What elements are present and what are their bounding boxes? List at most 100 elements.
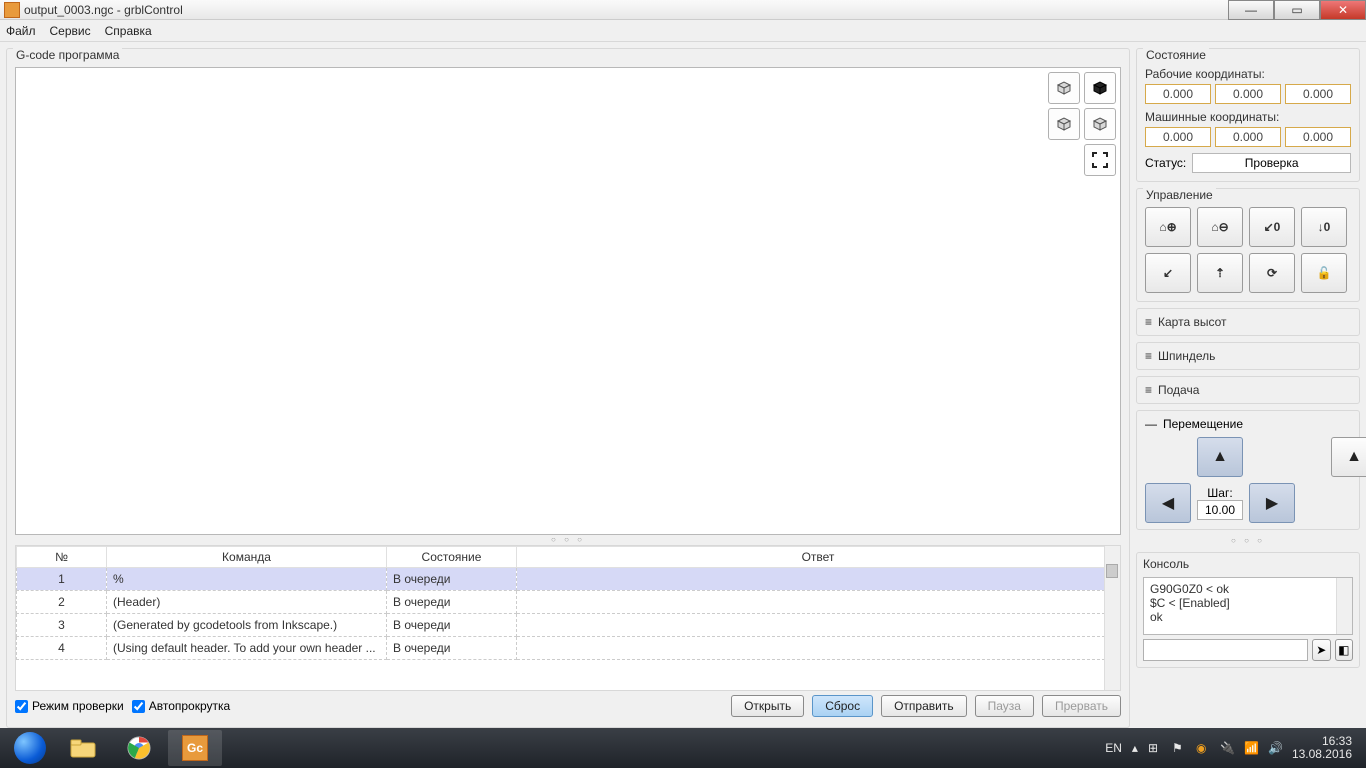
gcode-group: G-code программа xyxy=(6,48,1130,728)
reset-grbl-button[interactable]: ⟳ xyxy=(1249,253,1295,293)
view-fit-button[interactable] xyxy=(1084,144,1116,176)
right-splitter[interactable]: ○ ○ ○ xyxy=(1136,536,1360,546)
state-legend: Состояние xyxy=(1143,48,1209,62)
jog-z-plus[interactable]: ▲ xyxy=(1331,437,1366,477)
machine-z: 0.000 xyxy=(1285,127,1351,147)
unlock-button[interactable]: 🔓 xyxy=(1301,253,1347,293)
work-x: 0.000 xyxy=(1145,84,1211,104)
jog-x-plus[interactable]: ▶ xyxy=(1249,483,1295,523)
tray-up-icon[interactable]: ▴ xyxy=(1132,741,1138,755)
table-row[interactable]: 3 (Generated by gcodetools from Inkscape… xyxy=(17,614,1120,637)
menu-service[interactable]: Сервис xyxy=(50,24,91,38)
table-scrollthumb[interactable] xyxy=(1106,564,1118,578)
tray-network-icon[interactable]: 📶 xyxy=(1244,741,1258,755)
probe-button[interactable]: ⌂⊖ xyxy=(1197,207,1243,247)
tray-lang[interactable]: EN xyxy=(1105,741,1122,755)
console-line: ok xyxy=(1150,610,1346,624)
view-iso-button[interactable] xyxy=(1084,72,1116,104)
menu-bar: Файл Сервис Справка xyxy=(0,20,1366,42)
home-button[interactable]: ⌂⊕ xyxy=(1145,207,1191,247)
clear-console-button[interactable]: ◧ xyxy=(1335,639,1354,661)
col-no[interactable]: № xyxy=(17,547,107,568)
control-legend: Управление xyxy=(1143,188,1216,202)
jog-y-plus[interactable]: ▲ xyxy=(1197,437,1243,477)
tray-flag-icon[interactable]: ⚑ xyxy=(1172,741,1186,755)
minimize-button[interactable]: — xyxy=(1228,0,1274,20)
console-scrollbar[interactable] xyxy=(1336,578,1352,634)
control-group: Управление ⌂⊕ ⌂⊖ ↙0 ↓0 ↙ ⇡ ⟳ 🔓 xyxy=(1136,188,1360,302)
gcode-table[interactable]: № Команда Состояние Ответ 1 % В очереди xyxy=(15,545,1121,691)
abort-button: Прервать xyxy=(1042,695,1121,717)
table-row[interactable]: 1 % В очереди xyxy=(17,568,1120,591)
home-icon: ⌂⊕ xyxy=(1159,220,1176,234)
tray-clock[interactable]: 16:33 13.08.2016 xyxy=(1292,735,1360,761)
start-button[interactable] xyxy=(6,730,54,766)
chrome-icon xyxy=(127,736,151,760)
step-label: Шаг: xyxy=(1197,486,1243,500)
feed-section[interactable]: ≡Подача xyxy=(1136,376,1360,404)
machine-y: 0.000 xyxy=(1215,127,1281,147)
collapse-icon[interactable]: — xyxy=(1145,417,1157,431)
target-icon: ⌂⊖ xyxy=(1211,220,1228,234)
taskbar-chrome[interactable] xyxy=(112,730,166,766)
step-value[interactable]: 10.00 xyxy=(1197,500,1243,520)
zero-z-icon: ↓0 xyxy=(1318,220,1331,234)
menu-help[interactable]: Справка xyxy=(105,24,152,38)
col-state[interactable]: Состояние xyxy=(387,547,517,568)
reset-button[interactable]: Сброс xyxy=(812,695,873,717)
console-output[interactable]: G90G0Z0 < ok $C < [Enabled] ok xyxy=(1143,577,1353,635)
console-line: $C < [Enabled] xyxy=(1150,596,1346,610)
maximize-button[interactable]: ▭ xyxy=(1274,0,1320,20)
pause-button: Пауза xyxy=(975,695,1034,717)
table-row[interactable]: 4 (Using default header. To add your own… xyxy=(17,637,1120,660)
grbl-icon: Gc xyxy=(182,735,208,761)
console-input[interactable] xyxy=(1143,639,1308,661)
menu-icon: ≡ xyxy=(1145,383,1152,397)
gcode-legend: G-code программа xyxy=(13,48,122,62)
spindle-section[interactable]: ≡Шпиндель xyxy=(1136,342,1360,370)
unlock-icon: 🔓 xyxy=(1317,266,1332,280)
machine-coords-label: Машинные координаты: xyxy=(1145,110,1351,124)
tray-volume-icon[interactable]: 🔊 xyxy=(1268,741,1282,755)
taskbar-explorer[interactable] xyxy=(56,730,110,766)
col-cmd[interactable]: Команда xyxy=(107,547,387,568)
tray-power-icon[interactable]: 🔌 xyxy=(1220,741,1234,755)
open-button[interactable]: Открыть xyxy=(731,695,804,717)
table-row[interactable]: 2 (Header) В очереди xyxy=(17,591,1120,614)
heightmap-section[interactable]: ≡Карта высот xyxy=(1136,308,1360,336)
zero-xy-button[interactable]: ↙0 xyxy=(1249,207,1295,247)
state-group: Состояние Рабочие координаты: 0.000 0.00… xyxy=(1136,48,1360,182)
origin-button[interactable]: ↙ xyxy=(1145,253,1191,293)
console-legend: Консоль xyxy=(1143,557,1353,573)
send-command-button[interactable]: ➤ xyxy=(1312,639,1331,661)
menu-file[interactable]: Файл xyxy=(6,24,36,38)
zero-xy-icon: ↙0 xyxy=(1264,220,1281,234)
taskbar[interactable]: Gc EN ▴ ⊞ ⚑ ◉ 🔌 📶 🔊 16:33 13.08.2016 xyxy=(0,728,1366,768)
preview-viewport[interactable] xyxy=(15,67,1121,535)
machine-x: 0.000 xyxy=(1145,127,1211,147)
safe-z-button[interactable]: ⇡ xyxy=(1197,253,1243,293)
taskbar-grblcontrol[interactable]: Gc xyxy=(168,730,222,766)
check-mode-checkbox[interactable]: Режим проверки xyxy=(15,699,124,713)
safe-z-icon: ⇡ xyxy=(1215,266,1225,280)
erase-icon: ◧ xyxy=(1338,643,1349,657)
refresh-icon: ⟳ xyxy=(1267,266,1277,280)
origin-icon: ↙ xyxy=(1163,266,1173,280)
view-front-button[interactable] xyxy=(1048,108,1080,140)
autoscroll-checkbox[interactable]: Автопрокрутка xyxy=(132,699,230,713)
send-button[interactable]: Отправить xyxy=(881,695,967,717)
console-line: G90G0Z0 < ok xyxy=(1150,582,1346,596)
status-value: Проверка xyxy=(1192,153,1351,173)
col-resp[interactable]: Ответ xyxy=(517,547,1120,568)
view-top-button[interactable] xyxy=(1048,72,1080,104)
jog-group: —Перемещение ▲ ▲ ◀ Шаг: 10.00 ▶ xyxy=(1136,410,1360,530)
jog-x-minus[interactable]: ◀ xyxy=(1145,483,1191,523)
console-group: Консоль G90G0Z0 < ok $C < [Enabled] ok ➤… xyxy=(1136,552,1360,668)
view-side-button[interactable] xyxy=(1084,108,1116,140)
tray-action-center-icon[interactable]: ⊞ xyxy=(1148,741,1162,755)
close-button[interactable]: ✕ xyxy=(1320,0,1366,20)
splitter-handle[interactable]: ○ ○ ○ xyxy=(15,535,1121,545)
window-title: output_0003.ngc - grblControl xyxy=(24,3,183,17)
zero-z-button[interactable]: ↓0 xyxy=(1301,207,1347,247)
tray-app-icon[interactable]: ◉ xyxy=(1196,741,1210,755)
